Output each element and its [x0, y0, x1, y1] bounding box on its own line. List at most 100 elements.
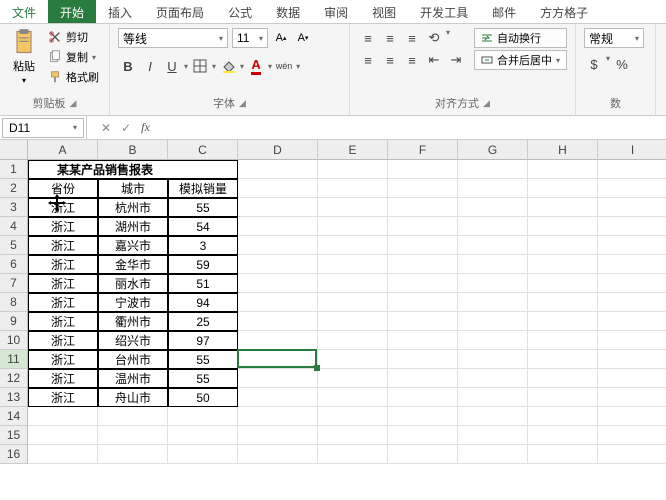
cell[interactable] [318, 160, 388, 179]
row-header[interactable]: 12 [0, 369, 28, 388]
cell[interactable] [28, 445, 98, 464]
column-header[interactable]: I [598, 140, 666, 160]
cell[interactable] [388, 407, 458, 426]
cell[interactable] [598, 369, 666, 388]
cell[interactable] [458, 369, 528, 388]
cell[interactable]: 浙江 [28, 236, 98, 255]
cell[interactable] [238, 179, 318, 198]
cell[interactable] [528, 312, 598, 331]
cell[interactable]: 55 [168, 369, 238, 388]
align-middle-button[interactable]: ≡ [380, 28, 400, 48]
font-name-select[interactable]: 等线▾ [118, 28, 228, 48]
expand-icon[interactable]: ◢ [70, 98, 77, 109]
cell[interactable] [238, 255, 318, 274]
ribbon-tab-开始[interactable]: 开始 [48, 0, 96, 23]
cell[interactable] [598, 236, 666, 255]
cell[interactable] [388, 312, 458, 331]
cell[interactable]: 绍兴市 [98, 331, 168, 350]
cell[interactable] [528, 236, 598, 255]
cell[interactable] [598, 198, 666, 217]
cell[interactable] [598, 331, 666, 350]
cell[interactable] [458, 274, 528, 293]
cell[interactable] [528, 198, 598, 217]
row-header[interactable]: 3 [0, 198, 28, 217]
cell[interactable] [528, 293, 598, 312]
cell[interactable]: 51 [168, 274, 238, 293]
cell[interactable] [238, 331, 318, 350]
ribbon-tab-视图[interactable]: 视图 [360, 0, 408, 23]
cell[interactable]: 某某产品销售报表 [28, 160, 238, 179]
align-top-button[interactable]: ≡ [358, 28, 378, 48]
border-button[interactable] [190, 56, 210, 76]
number-format-select[interactable]: 常规▾ [584, 28, 644, 48]
percent-button[interactable]: % [612, 54, 632, 74]
cell[interactable]: 浙江 [28, 255, 98, 274]
indent-right-button[interactable]: ⇥ [446, 50, 466, 70]
ribbon-tab-审阅[interactable]: 审阅 [312, 0, 360, 23]
cell[interactable] [388, 255, 458, 274]
cell[interactable] [318, 293, 388, 312]
cell[interactable] [598, 255, 666, 274]
column-header[interactable]: F [388, 140, 458, 160]
fx-icon[interactable]: fx [141, 120, 150, 135]
cell[interactable] [318, 274, 388, 293]
cell[interactable]: 浙江 [28, 274, 98, 293]
cell[interactable]: 嘉兴市 [98, 236, 168, 255]
cell[interactable] [388, 331, 458, 350]
cell[interactable] [238, 350, 318, 369]
cell[interactable] [458, 312, 528, 331]
cell[interactable] [238, 217, 318, 236]
cell[interactable] [458, 388, 528, 407]
cell[interactable] [598, 350, 666, 369]
cell[interactable]: 衢州市 [98, 312, 168, 331]
cell[interactable] [458, 350, 528, 369]
cell[interactable] [318, 331, 388, 350]
cell[interactable] [238, 274, 318, 293]
cell[interactable] [318, 236, 388, 255]
row-header[interactable]: 6 [0, 255, 28, 274]
cell[interactable] [598, 388, 666, 407]
cell[interactable] [238, 293, 318, 312]
cell[interactable]: 50 [168, 388, 238, 407]
name-box[interactable]: D11▾ [2, 118, 84, 138]
accounting-button[interactable]: $ [584, 54, 604, 74]
cell[interactable] [318, 426, 388, 445]
decrease-font-button[interactable]: A▾ [294, 29, 312, 47]
cell[interactable] [318, 445, 388, 464]
cell[interactable] [388, 445, 458, 464]
select-all-corner[interactable] [0, 140, 28, 160]
cell[interactable] [388, 388, 458, 407]
formula-bar[interactable] [150, 116, 666, 139]
ribbon-tab-方方格子[interactable]: 方方格子 [528, 0, 600, 23]
cell[interactable] [238, 388, 318, 407]
ribbon-tab-插入[interactable]: 插入 [96, 0, 144, 23]
cancel-icon[interactable]: ✕ [101, 121, 111, 135]
cell[interactable] [598, 312, 666, 331]
ribbon-tab-开发工具[interactable]: 开发工具 [408, 0, 480, 23]
cell[interactable] [598, 160, 666, 179]
paste-button[interactable]: 粘贴 ▾ [4, 26, 44, 87]
cell[interactable] [388, 350, 458, 369]
cell[interactable] [388, 274, 458, 293]
row-header[interactable]: 4 [0, 217, 28, 236]
ribbon-tab-文件[interactable]: 文件 [0, 0, 48, 23]
cell[interactable] [598, 274, 666, 293]
cell[interactable]: 杭州市 [98, 198, 168, 217]
cell[interactable] [28, 407, 98, 426]
cell[interactable] [458, 217, 528, 236]
cell[interactable] [238, 160, 318, 179]
align-center-button[interactable]: ≡ [380, 50, 400, 70]
row-header[interactable]: 16 [0, 445, 28, 464]
cell[interactable] [528, 369, 598, 388]
cell[interactable] [458, 331, 528, 350]
cell[interactable] [238, 445, 318, 464]
cell[interactable]: 97 [168, 331, 238, 350]
cell[interactable] [388, 198, 458, 217]
cell[interactable]: 54 [168, 217, 238, 236]
cell[interactable]: 温州市 [98, 369, 168, 388]
cell[interactable] [458, 426, 528, 445]
cell[interactable] [98, 407, 168, 426]
cell[interactable] [238, 236, 318, 255]
cell[interactable] [168, 407, 238, 426]
cell[interactable] [458, 407, 528, 426]
